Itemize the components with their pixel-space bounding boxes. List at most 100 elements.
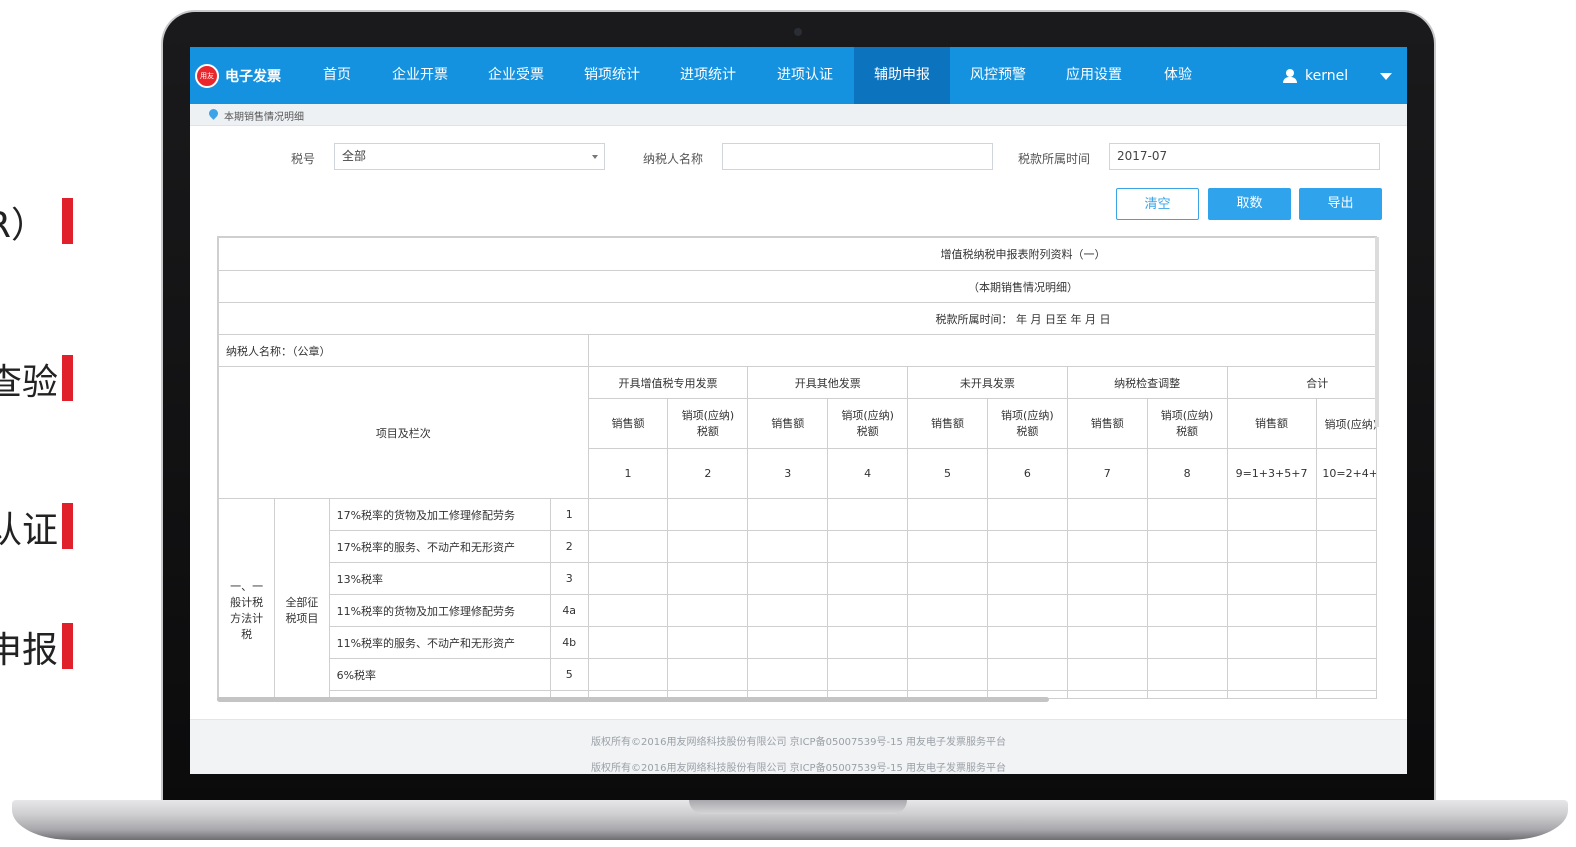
nav-assist-declare[interactable]: 辅助申报 [854,47,950,104]
column-number: 3 [747,448,829,499]
tax-no-select[interactable]: 全部 [334,143,605,170]
app-screen: 用友 电子发票 首页 企业开票 企业受票 销项统计 进项统计 进项认证 辅助申报… [190,47,1407,774]
row-number: 5 [549,658,589,691]
camera-icon [794,28,802,36]
location-pin-icon [207,107,220,120]
nav-enterprise-issue[interactable]: 企业开票 [383,47,457,104]
subheader: 销售额 [1066,398,1148,449]
side-label-text: 查验 [0,362,59,403]
row-number: 4a [549,594,589,627]
row-number: 3 [549,562,589,595]
payer-name-label: 纳税人名称 [643,152,704,166]
subsection-label: 全部征税项目 [274,498,330,698]
column-number: 6 [986,448,1068,499]
brand[interactable]: 用友 电子发票 [195,47,281,104]
chevron-down-icon[interactable] [1380,73,1392,80]
table-row: 6%税率 5 [219,658,1376,691]
side-label-text: R） [0,205,48,246]
tax-no-value: 全部 [342,149,367,163]
red-marker [62,503,73,549]
table-row: 13%税率 3 [219,562,1376,595]
subheader: 销项(应纳)税额 [667,398,749,449]
clear-button[interactable]: 清空 [1116,188,1199,220]
table-row: 17%税率的服务、不动产和无形资产 2 [219,530,1376,563]
nav-experience[interactable]: 体验 [1156,47,1200,104]
column-number: 2 [667,448,749,499]
user-menu[interactable]: kernel [1283,47,1348,104]
red-marker [62,198,73,244]
nav-app-settings[interactable]: 应用设置 [1057,47,1131,104]
export-button[interactable]: 导出 [1299,188,1382,220]
group-header: 开具其他发票 [747,366,909,399]
side-label-ocr: R） [0,198,73,246]
table-row: 一、一般计税方法计税 全部征税项目 17%税率的货物及加工修理修配劳务 1 [218,498,1376,698]
red-marker [62,623,73,669]
nav-risk-warning[interactable]: 风控预警 [961,47,1035,104]
app-title: 电子发票 [225,68,281,85]
subheader: 销售额 [747,398,829,449]
row-label: 11%税率的服务、不动产和无形资产 [328,626,551,659]
report-period: 税款所属时间： 年 月 日至 年 月 日 [218,302,1376,335]
group-header: 开具增值税专用发票 [587,366,749,399]
subheader: 销项(应纳)税额 [986,398,1068,449]
breadcrumb: 本期销售情况明细 [190,104,1407,126]
fetch-button[interactable]: 取数 [1208,188,1291,220]
table-row: 11%税率的服务、不动产和无形资产 4b [219,626,1376,659]
report-title: 增值税纳税申报表附列资料（一） [218,237,1376,271]
subheader: 销项(应纳)税额 [827,398,909,449]
column-number: 10=2+4+6+8 [1315,448,1376,499]
section-label: 一、一般计税方法计税 [218,498,276,698]
payer-name-input[interactable] [722,143,993,170]
footer-copyright: 版权所有©2016用友网络科技股份有限公司 京ICP备05007539号-15 … [591,737,1006,748]
dropdown-arrow-icon [592,155,598,159]
nav-input-certify[interactable]: 进项认证 [768,47,842,104]
row-label: 17%税率的货物及加工修理修配劳务 [328,498,551,531]
report-table-viewport[interactable]: 增值税纳税申报表附列资料（一） （本期销售情况明细） 税款所属时间： 年 月 日… [217,236,1377,699]
period-label: 税款所属时间 [1018,152,1091,166]
subheader: 销售额 [1226,398,1317,449]
tax-no-label: 税号 [291,152,316,166]
top-nav: 用友 电子发票 首页 企业开票 企业受票 销项统计 进项统计 进项认证 辅助申报… [190,47,1407,104]
laptop-notch [689,800,907,814]
report-subtitle: （本期销售情况明细） [218,270,1376,303]
side-label-declare: 申报 [0,623,73,671]
side-label-certify: 认证 [0,503,73,551]
column-number: 5 [907,448,988,499]
subheader: 销项(应纳)税额 [1146,398,1228,449]
side-label-text: 申报 [0,630,59,671]
nav-input-stats[interactable]: 进项统计 [671,47,745,104]
footer-copyright: 版权所有©2016用友网络科技股份有限公司 京ICP备05007539号-15 … [591,763,1006,774]
group-header: 合计 [1226,366,1376,399]
subheader: 销项(应纳)税额 [1315,398,1376,449]
footer: 版权所有©2016用友网络科技股份有限公司 京ICP备05007539号-15 … [190,719,1407,774]
payer-line-blank [587,334,1376,367]
group-header: 纳税检查调整 [1066,366,1228,399]
user-icon [1283,68,1297,83]
side-label-text: 认证 [0,510,59,551]
vertical-scrollbar[interactable] [1375,237,1379,427]
payer-line: 纳税人名称：（公章） [218,334,589,367]
row-number: 1 [549,498,589,531]
row-label: 17%税率的服务、不动产和无形资产 [328,530,551,563]
row-label: 13%税率 [328,562,551,595]
nav-enterprise-receive[interactable]: 企业受票 [479,47,553,104]
column-number: 1 [587,448,669,499]
row-label: 6%税率 [328,658,551,691]
table-row: 11%税率的货物及加工修理修配劳务 4a [219,594,1376,627]
item-header: 项目及栏次 [218,366,589,499]
report-table: 增值税纳税申报表附列资料（一） （本期销售情况明细） 税款所属时间： 年 月 日… [218,237,1376,698]
subheader: 销售额 [587,398,669,449]
subheader: 销售额 [907,398,988,449]
nav-output-stats[interactable]: 销项统计 [575,47,649,104]
breadcrumb-label: 本期销售情况明细 [224,112,304,123]
side-label-verify: 查验 [0,355,73,403]
yonyou-logo-icon: 用友 [195,63,219,88]
row-number: 4b [549,626,589,659]
horizontal-scrollbar[interactable] [217,697,1049,702]
red-marker [62,355,73,401]
nav-home[interactable]: 首页 [310,47,364,104]
period-input[interactable]: 2017-07 [1109,143,1380,170]
row-number: 2 [549,530,589,563]
user-name: kernel [1305,67,1349,84]
column-number: 9=1+3+5+7 [1226,448,1317,499]
